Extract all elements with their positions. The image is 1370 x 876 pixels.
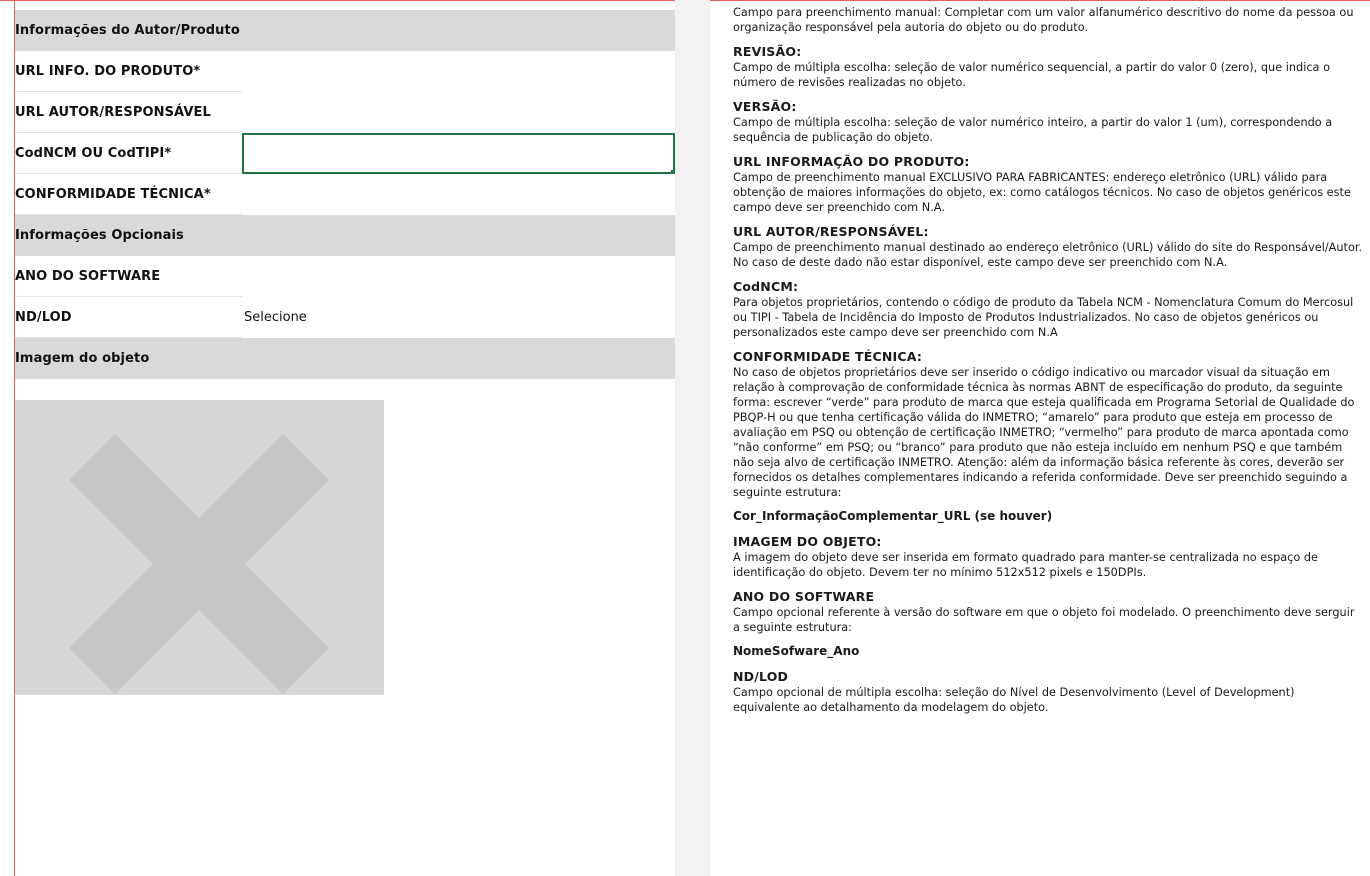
doc-versao-text: Campo de múltipla escolha: seleção de va… — [733, 116, 1333, 144]
section-title-opcionais: Informações Opcionais — [15, 228, 184, 243]
row-ano-software: ANO DO SOFTWARE — [15, 256, 675, 297]
doc-ano-software: ANO DO SOFTWARE Campo opcional referente… — [733, 589, 1363, 635]
doc-revisao-text: Campo de múltipla escolha: seleção de va… — [733, 61, 1330, 89]
object-form: Informações do Autor/Produto URL INFO. D… — [15, 10, 677, 379]
nd-lod-select-value: Selecione — [244, 310, 307, 325]
doc-imagem: IMAGEM DO OBJETO: A imagem do objeto dev… — [733, 534, 1363, 580]
row-nd-lod: ND/LOD Selecione — [15, 297, 675, 338]
label-nd-lod: ND/LOD — [15, 310, 72, 325]
doc-nd-lod-text: Campo opcional de múltipla escolha: sele… — [733, 686, 1295, 714]
doc-intro: Campo para preenchimento manual: Complet… — [733, 6, 1354, 34]
label-codncm: CodNCM OU CodTIPI* — [15, 146, 172, 161]
row-codncm: CodNCM OU CodTIPI* — [15, 133, 677, 176]
label-url-info-produto: URL INFO. DO PRODUTO* — [15, 64, 201, 79]
doc-url-info-heading: URL INFORMAÇÃO DO PRODUTO: — [733, 154, 970, 169]
row-url-info-produto: URL INFO. DO PRODUTO* — [15, 51, 675, 92]
doc-ano-software-text: Campo opcional referente à versão do sof… — [733, 606, 1355, 634]
doc-revisao: REVISÃO: Campo de múltipla escolha: sele… — [733, 44, 1363, 90]
doc-codncm-heading: CodNCM: — [733, 279, 799, 294]
doc-imagem-heading: IMAGEM DO OBJETO: — [733, 534, 882, 549]
doc-url-info: URL INFORMAÇÃO DO PRODUTO: Campo de pree… — [733, 154, 1363, 215]
doc-url-autor-heading: URL AUTOR/RESPONSÁVEL: — [733, 224, 929, 239]
url-autor-cell[interactable] — [242, 92, 675, 133]
section-imagem: Imagem do objeto — [15, 338, 675, 379]
doc-versao-heading: VERSÃO: — [733, 99, 797, 114]
doc-revisao-heading: REVISÃO: — [733, 44, 802, 59]
section-autor-produto: Informações do Autor/Produto — [15, 10, 675, 51]
nd-lod-select[interactable]: Selecione — [242, 297, 675, 338]
conformidade-cell[interactable] — [242, 174, 675, 215]
label-ano-software: ANO DO SOFTWARE — [15, 269, 161, 284]
codncm-cell[interactable] — [242, 133, 677, 176]
doc-codncm-text: Para objetos proprietários, contendo o c… — [733, 296, 1354, 339]
ano-software-cell[interactable] — [242, 256, 675, 297]
doc-imagem-text: A imagem do objeto deve ser inserida em … — [733, 551, 1319, 579]
row-conformidade: CONFORMIDADE TÉCNICA* — [15, 174, 675, 215]
doc-nd-lod-heading: ND/LOD — [733, 669, 789, 684]
doc-ano-software-heading: ANO DO SOFTWARE — [733, 589, 875, 604]
panel-divider — [675, 0, 710, 876]
section-title-imagem: Imagem do objeto — [15, 351, 150, 366]
doc-versao: VERSÃO: Campo de múltipla escolha: seleç… — [733, 99, 1363, 145]
field-documentation: Campo para preenchimento manual: Complet… — [733, 5, 1363, 724]
doc-conformidade-structure: Cor_InformaçãoComplementar_URL (se houve… — [733, 509, 1053, 523]
section-title-autor-produto: Informações do Autor/Produto — [15, 23, 240, 38]
doc-ano-software-structure: NomeSofware_Ano — [733, 644, 860, 658]
doc-url-autor-text: Campo de preenchimento manual destinado … — [733, 241, 1363, 269]
label-url-autor: URL AUTOR/RESPONSÁVEL — [15, 105, 211, 120]
doc-codncm: CodNCM: Para objetos proprietários, cont… — [733, 279, 1363, 340]
row-url-autor: URL AUTOR/RESPONSÁVEL — [15, 92, 675, 133]
section-opcionais: Informações Opcionais — [15, 215, 675, 256]
doc-url-info-text: Campo de preenchimento manual EXCLUSIVO … — [733, 171, 1351, 214]
doc-url-autor: URL AUTOR/RESPONSÁVEL: Campo de preenchi… — [733, 224, 1363, 270]
doc-conformidade: CONFORMIDADE TÉCNICA: No caso de objetos… — [733, 349, 1363, 500]
doc-nd-lod: ND/LOD Campo opcional de múltipla escolh… — [733, 669, 1363, 715]
object-image-placeholder[interactable] — [15, 400, 384, 695]
doc-conformidade-heading: CONFORMIDADE TÉCNICA: — [733, 349, 923, 364]
broken-image-x-icon — [69, 434, 329, 694]
url-info-produto-cell[interactable] — [242, 51, 675, 92]
doc-conformidade-text: No caso de objetos proprietários deve se… — [733, 366, 1355, 499]
label-conformidade: CONFORMIDADE TÉCNICA* — [15, 187, 211, 202]
